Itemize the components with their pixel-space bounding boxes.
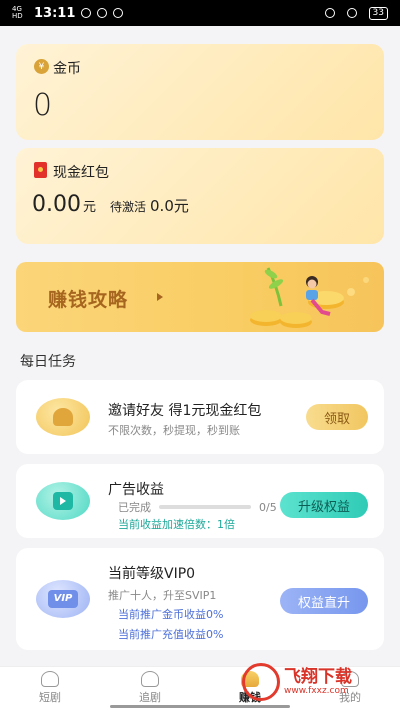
battery-icon: 33 (368, 6, 388, 20)
friends-icon (36, 398, 90, 436)
pending-label: 待激活 (110, 200, 147, 214)
task-title: 当前等级VIP0 (108, 566, 196, 582)
status-time: 13:11 (34, 5, 76, 21)
progress-text: 0/5 (259, 500, 277, 514)
task-invite-friends: 邀请好友 得1元现金红包 不限次数，秒提现，秒到账 领取 (16, 380, 384, 454)
task-progress: 已完成 0/5 (118, 499, 277, 515)
recharge-revenue-note: 当前推广充值收益0% (118, 628, 224, 641)
watermark-text: 飞翔下载 (284, 667, 352, 687)
progress-bar (159, 505, 251, 509)
claim-button[interactable]: 领取 (306, 404, 368, 430)
red-packet-amount: 0.00 (32, 192, 81, 217)
play-arrow-icon (157, 293, 163, 301)
banner-title: 赚钱攻略 (48, 289, 129, 311)
follow-icon (141, 671, 159, 687)
watermark-url: www.fxxz.com (284, 686, 349, 696)
alarm-icon (113, 8, 124, 18)
tab-label: 追剧 (139, 691, 161, 704)
daily-tasks-title: 每日任务 (20, 354, 76, 370)
coin-icon: ¥ (34, 59, 49, 74)
task-title: 广告收益 (108, 482, 164, 498)
vip-icon: VIP (36, 580, 90, 618)
task-subtitle: 不限次数，秒提现，秒到账 (108, 424, 240, 437)
home-indicator (110, 705, 290, 708)
coins-illustration (250, 267, 369, 328)
coin-card[interactable]: ¥ 金币 0 (16, 44, 384, 140)
red-packet-icon (34, 162, 47, 178)
tab-label: 短剧 (39, 691, 61, 704)
coin-revenue-note: 当前推广金币收益0% (118, 608, 224, 621)
coin-label: 金币 (53, 61, 81, 77)
pending-value: 0.0元 (150, 197, 189, 215)
drama-icon (41, 671, 59, 687)
watermark-logo-icon (242, 663, 280, 701)
direct-upgrade-button[interactable]: 权益直升 (280, 588, 368, 614)
upgrade-rights-button[interactable]: 升级权益 (280, 492, 368, 518)
video-play-icon (36, 482, 90, 520)
task-ad-revenue: 广告收益 已完成 0/5 当前收益加速倍数：1倍 升级权益 (16, 464, 384, 538)
red-packet-unit: 元 (82, 200, 96, 215)
task-vip-level: VIP 当前等级VIP0 推广十人，升至SVIP1 当前推广金币收益0% 当前推… (16, 548, 384, 650)
status-bar: 4G HD 13:11 33 (0, 0, 400, 26)
red-packet-label: 现金红包 (53, 165, 109, 181)
tab-drama[interactable]: 短剧 (0, 667, 100, 711)
task-subtitle: 推广十人，升至SVIP1 (108, 589, 217, 602)
alarm-icon (346, 8, 357, 18)
earning-guide-banner[interactable]: 赚钱攻略 (16, 262, 384, 332)
network-indicator: 4G HD (12, 5, 23, 20)
site-watermark: 飞翔下载 www.fxxz.com (242, 662, 392, 702)
progress-label: 已完成 (118, 501, 151, 514)
red-packet-card[interactable]: 现金红包 0.00 元 待激活 0.0元 (16, 148, 384, 244)
q-icon (81, 8, 92, 18)
task-title: 邀请好友 得1元现金红包 (108, 403, 262, 419)
speed-multiplier-note: 当前收益加速倍数：1倍 (118, 518, 235, 531)
message-icon (97, 8, 108, 18)
clock-icon (324, 8, 335, 18)
coin-value: 0 (33, 88, 53, 123)
